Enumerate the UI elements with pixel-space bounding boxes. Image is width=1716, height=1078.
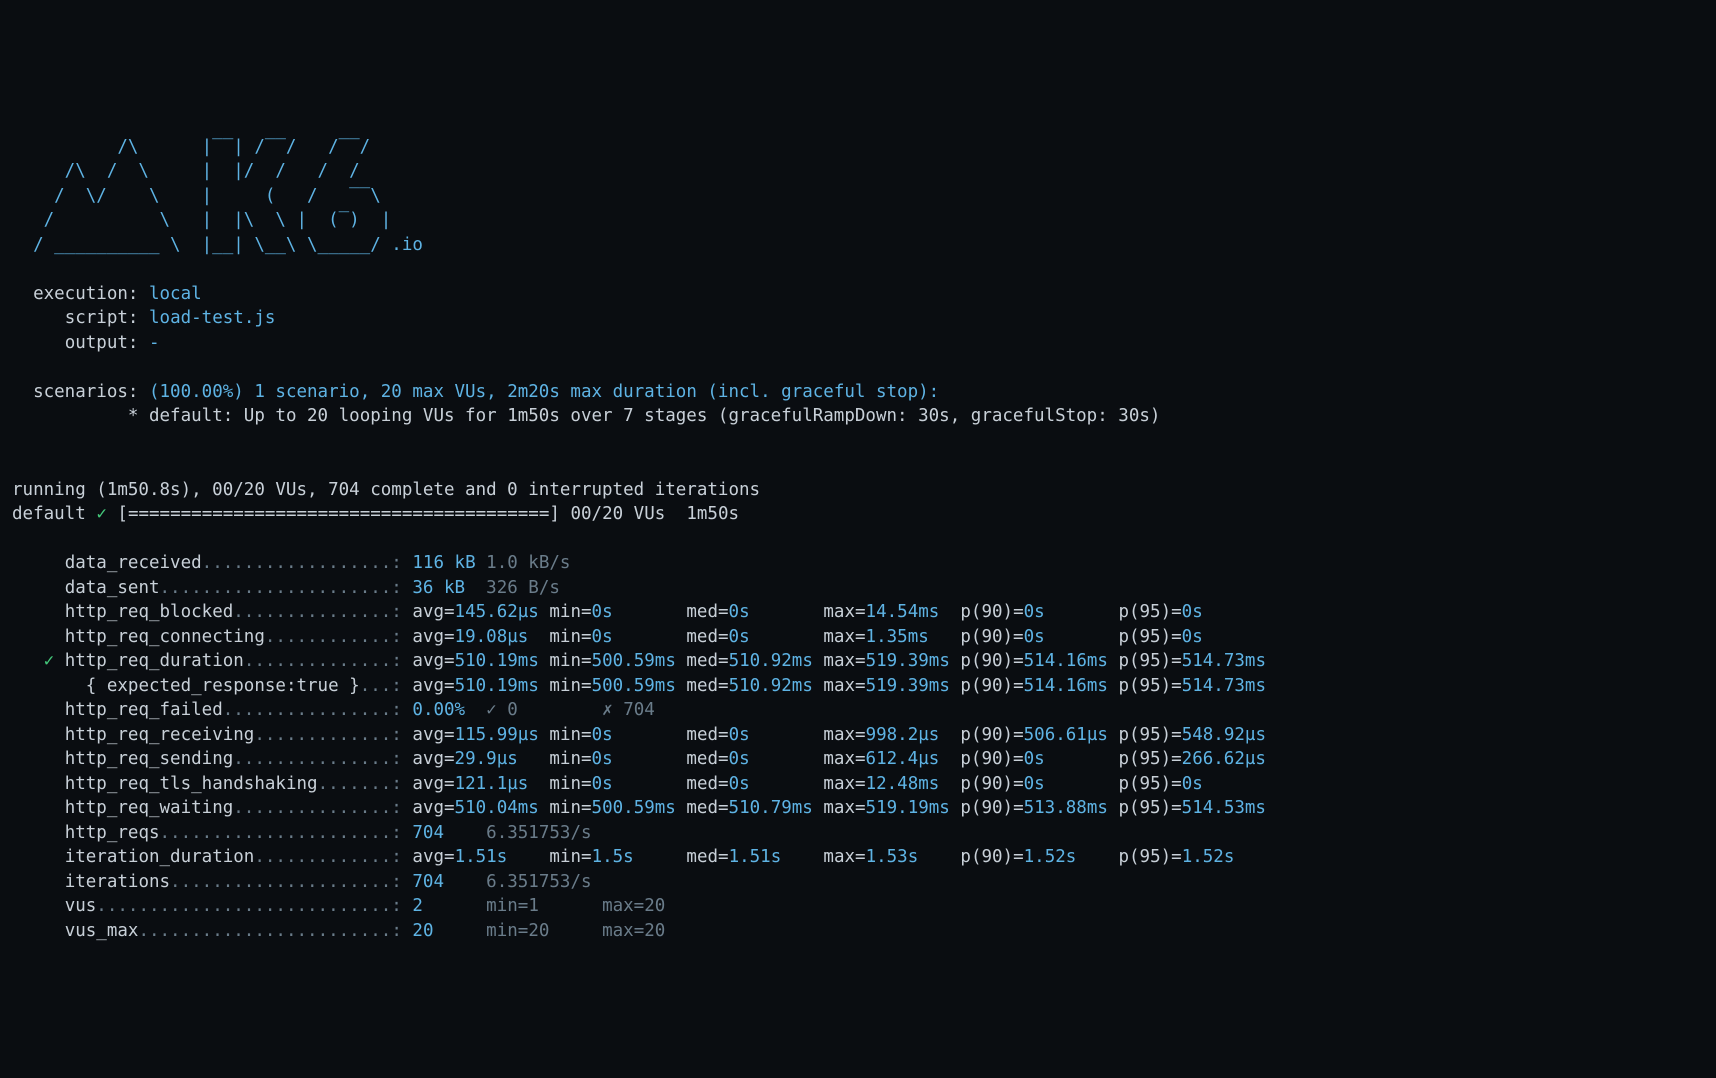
output-label: output: bbox=[65, 333, 139, 353]
progress-status: 00/20 VUs 1m50s bbox=[570, 504, 739, 524]
metric-pct: 0.00% bbox=[412, 700, 465, 720]
metric-name: { expected_response:true } bbox=[86, 676, 360, 696]
metric-value: 36 kB bbox=[412, 578, 465, 598]
running-line: running (1m50.8s), 00/20 VUs, 704 comple… bbox=[12, 480, 760, 500]
progress-default: default bbox=[12, 504, 86, 524]
script-label: script: bbox=[65, 308, 139, 328]
exec-value: local bbox=[149, 284, 202, 304]
check-icon: ✓ bbox=[44, 651, 55, 671]
check-icon: ✓ bbox=[486, 700, 497, 720]
metric-rate: 6.351753/s bbox=[486, 823, 591, 843]
logo-io: .io bbox=[391, 235, 423, 255]
scenarios-summary: (100.00%) 1 scenario, 20 max VUs, 2m20s … bbox=[149, 382, 939, 402]
script-value: load-test.js bbox=[149, 308, 275, 328]
progress-bar: [=======================================… bbox=[117, 504, 560, 524]
metric-name: vus bbox=[65, 896, 97, 916]
metric-value: 116 kB bbox=[412, 553, 475, 573]
metric-name: iterations bbox=[65, 872, 170, 892]
metric-name: http_req_receiving bbox=[65, 725, 255, 745]
metric-name: data_received bbox=[65, 553, 202, 573]
metric-value: 2 bbox=[412, 896, 423, 916]
metric-rate: 326 B/s bbox=[486, 578, 560, 598]
metric-name: http_req_tls_handshaking bbox=[65, 774, 318, 794]
metric-value: 704 bbox=[412, 823, 444, 843]
metric-name: data_sent bbox=[65, 578, 160, 598]
metric-name: http_req_sending bbox=[65, 749, 234, 769]
metric-name: http_req_blocked bbox=[65, 602, 234, 622]
metric-name: http_req_duration bbox=[65, 651, 244, 671]
check-icon: ✓ bbox=[96, 504, 107, 524]
x-icon: ✗ bbox=[602, 700, 613, 720]
metric-value: 704 bbox=[412, 872, 444, 892]
metric-name: http_reqs bbox=[65, 823, 160, 843]
metric-name: http_req_connecting bbox=[65, 627, 265, 647]
scenarios-label: scenarios: bbox=[33, 382, 138, 402]
output-value: - bbox=[149, 333, 160, 353]
exec-label: execution: bbox=[33, 284, 138, 304]
scenario-default: * default: Up to 20 looping VUs for 1m50… bbox=[128, 406, 1161, 426]
metric-name: http_req_waiting bbox=[65, 798, 234, 818]
k6-logo: /\ |‾‾| /‾‾/ /‾‾/ /\ / \ | |/ / / / / \/… bbox=[12, 137, 402, 255]
metric-name: http_req_failed bbox=[65, 700, 223, 720]
metric-rate: 6.351753/s bbox=[486, 872, 591, 892]
metric-rate: 1.0 kB/s bbox=[486, 553, 570, 573]
terminal-output: /\ |‾‾| /‾‾/ /‾‾/ /\ / \ | |/ / / / / \/… bbox=[12, 110, 1704, 943]
metric-value: 20 bbox=[412, 921, 433, 941]
metric-name: iteration_duration bbox=[65, 847, 255, 867]
metric-name: vus_max bbox=[65, 921, 139, 941]
